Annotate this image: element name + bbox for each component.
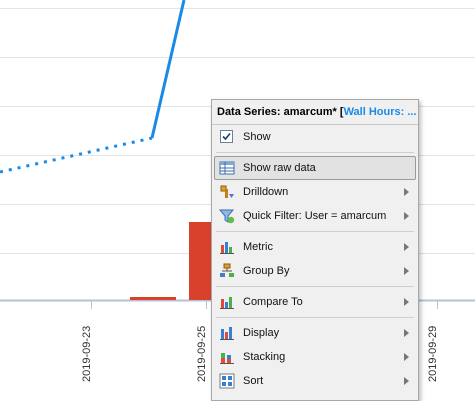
menu-item-drilldown[interactable]: Drilldown [212,180,418,204]
table-icon [219,161,235,175]
menu-item-show-raw-data[interactable]: Show raw data [214,156,416,180]
menu-item-label: Group By [243,265,290,277]
drilldown-icon [220,185,234,198]
series-context-menu: Data Series: amarcum* [Wall Hours: ... S… [211,99,419,401]
x-tick-label: 2019-09-25 [196,326,208,382]
menu-item-label: Quick Filter: User = amarcum [243,210,387,222]
menu-item-label: Sort [243,375,264,387]
submenu-arrow-icon [404,353,409,361]
x-tick-label: 2019-09-23 [81,326,93,382]
funnel-icon [219,209,235,224]
submenu-arrow-icon [404,212,409,220]
menu-item-display[interactable]: Display [212,321,418,345]
menu-separator [216,152,414,153]
submenu-arrow-icon [404,377,409,385]
hierarchy-icon [220,263,234,277]
submenu-arrow-icon [404,243,409,251]
submenu-arrow-icon [404,329,409,337]
submenu-arrow-icon [404,267,409,275]
menu-item-sort[interactable]: Sort [212,369,418,393]
menu-title: Data Series: amarcum* [Wall Hours: ... [212,100,418,125]
submenu-arrow-icon [404,188,409,196]
menu-separator [216,286,414,287]
series-line-solid[interactable] [150,0,186,139]
menu-separator [216,231,414,232]
menu-item-label: Metric [243,241,273,253]
bar-chart-icon [220,242,234,254]
menu-item-label: Drilldown [243,186,289,198]
display-chart-icon [220,327,234,340]
x-tick-label: 2019-09-29 [427,326,439,382]
checkbox-checked-icon[interactable] [219,129,235,145]
menu-item-group-by[interactable]: Group By [212,259,418,283]
menu-separator [216,317,414,318]
bar-small[interactable] [130,297,176,300]
menu-item-quick-filter[interactable]: Quick Filter: User = amarcum [212,204,418,228]
compare-chart-icon [220,297,234,309]
menu-item-label: Compare To [243,296,303,308]
stacking-icon [220,353,234,364]
menu-item-label: Stacking [243,351,286,363]
menu-item-compare-to[interactable]: Compare To [212,290,418,314]
submenu-arrow-icon [404,298,409,306]
menu-item-label: Show raw data [243,162,316,174]
menu-item-metric[interactable]: Metric [212,235,418,259]
menu-item-show[interactable]: Show [212,125,418,149]
menu-item-label: Display [243,327,280,339]
menu-title-metric: Wall Hours: ... [343,106,417,118]
menu-title-text: Data Series: amarcum* [ [217,106,344,118]
menu-item-stacking[interactable]: Stacking [212,345,418,369]
sort-icon [219,373,235,389]
menu-item-label: Show [243,131,271,143]
